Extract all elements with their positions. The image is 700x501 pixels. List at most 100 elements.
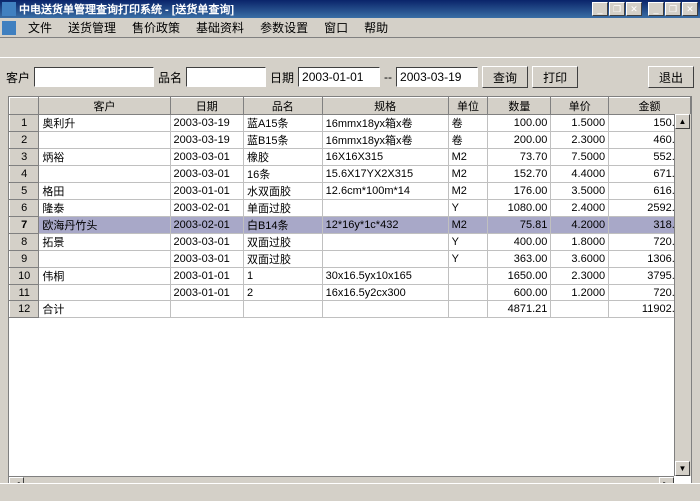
menu-item-2[interactable]: 售价政策 bbox=[124, 17, 188, 38]
cell[interactable]: 15.6X17YX2X315 bbox=[322, 166, 448, 183]
cell[interactable]: 100.00 bbox=[488, 115, 551, 132]
child-close-button[interactable]: ✕ bbox=[682, 2, 698, 16]
cell[interactable]: M2 bbox=[448, 217, 488, 234]
customer-input[interactable] bbox=[34, 67, 154, 87]
date-to-input[interactable] bbox=[396, 67, 478, 87]
cell[interactable]: 2.4000 bbox=[551, 200, 609, 217]
menu-item-6[interactable]: 帮助 bbox=[356, 17, 396, 38]
cell[interactable]: 75.81 bbox=[488, 217, 551, 234]
cell[interactable]: M2 bbox=[448, 166, 488, 183]
maximize-button[interactable]: ❐ bbox=[609, 2, 625, 16]
cell[interactable]: 3.6000 bbox=[551, 251, 609, 268]
menu-item-4[interactable]: 参数设置 bbox=[252, 17, 316, 38]
cell[interactable]: 16x16.5y2cx300 bbox=[322, 285, 448, 301]
cell[interactable]: 16X16X315 bbox=[322, 149, 448, 166]
cell[interactable]: 2003-03-19 bbox=[170, 115, 243, 132]
cell[interactable] bbox=[39, 285, 170, 301]
cell[interactable]: 2003-02-01 bbox=[170, 217, 243, 234]
column-header[interactable]: 数量 bbox=[488, 98, 551, 115]
minimize-button[interactable]: _ bbox=[592, 2, 608, 16]
cell[interactable]: 16mmx18yx箱x卷 bbox=[322, 115, 448, 132]
cell[interactable]: 2003-03-01 bbox=[170, 234, 243, 251]
cell[interactable] bbox=[39, 132, 170, 149]
cell[interactable] bbox=[39, 251, 170, 268]
cell[interactable]: 2003-03-19 bbox=[170, 132, 243, 149]
cell[interactable]: 蓝B15条 bbox=[243, 132, 322, 149]
cell[interactable]: 176.00 bbox=[488, 183, 551, 200]
cell[interactable]: 2.3000 bbox=[551, 268, 609, 285]
vertical-scrollbar[interactable]: ▲ ▼ bbox=[674, 114, 691, 476]
cell[interactable]: 16条 bbox=[243, 166, 322, 183]
column-header[interactable]: 日期 bbox=[170, 98, 243, 115]
cell[interactable]: 16mmx18yx箱x卷 bbox=[322, 132, 448, 149]
scroll-down-icon[interactable]: ▼ bbox=[675, 461, 690, 476]
table-row[interactable]: 8拓景2003-03-01双面过胶Y400.001.8000720.00 bbox=[10, 234, 691, 251]
cell[interactable]: 152.70 bbox=[488, 166, 551, 183]
column-header[interactable]: 客户 bbox=[39, 98, 170, 115]
cell[interactable]: 363.00 bbox=[488, 251, 551, 268]
data-grid[interactable]: 客户日期品名规格单位数量单价金额1奥利升2003-03-19蓝A15条16mmx… bbox=[8, 96, 692, 494]
query-button[interactable]: 查询 bbox=[482, 66, 528, 88]
product-input[interactable] bbox=[186, 67, 266, 87]
cell[interactable] bbox=[322, 234, 448, 251]
cell[interactable] bbox=[243, 301, 322, 318]
menu-item-3[interactable]: 基础资料 bbox=[188, 17, 252, 38]
cell[interactable]: 3.5000 bbox=[551, 183, 609, 200]
table-row[interactable]: 3炳裕2003-03-01橡胶16X16X315M273.707.5000552… bbox=[10, 149, 691, 166]
cell[interactable]: 7.5000 bbox=[551, 149, 609, 166]
menu-item-0[interactable]: 文件 bbox=[20, 17, 60, 38]
cell[interactable]: 600.00 bbox=[488, 285, 551, 301]
cell[interactable]: 卷 bbox=[448, 115, 488, 132]
cell[interactable] bbox=[448, 285, 488, 301]
cell[interactable]: 橡胶 bbox=[243, 149, 322, 166]
cell[interactable]: 合计 bbox=[39, 301, 170, 318]
cell[interactable] bbox=[448, 301, 488, 318]
cell[interactable]: 2003-03-01 bbox=[170, 166, 243, 183]
table-row[interactable]: 6隆泰2003-02-01单面过胶Y1080.002.40002592.00 bbox=[10, 200, 691, 217]
cell[interactable]: 400.00 bbox=[488, 234, 551, 251]
row-header-corner[interactable] bbox=[10, 98, 39, 115]
date-from-input[interactable] bbox=[298, 67, 380, 87]
scroll-up-icon[interactable]: ▲ bbox=[675, 114, 690, 129]
cell[interactable]: 4.2000 bbox=[551, 217, 609, 234]
cell[interactable]: 12.6cm*100m*14 bbox=[322, 183, 448, 200]
cell[interactable]: 1.5000 bbox=[551, 115, 609, 132]
table-row[interactable]: 42003-03-0116条15.6X17YX2X315M2152.704.40… bbox=[10, 166, 691, 183]
table-row[interactable]: 5格田2003-01-01水双面胶12.6cm*100m*14M2176.003… bbox=[10, 183, 691, 200]
column-header[interactable]: 金额 bbox=[609, 98, 691, 115]
cell[interactable]: 12*16y*1c*432 bbox=[322, 217, 448, 234]
cell[interactable]: M2 bbox=[448, 149, 488, 166]
cell[interactable]: 2003-01-01 bbox=[170, 268, 243, 285]
table-row[interactable]: 112003-01-01216x16.5y2cx300600.001.20007… bbox=[10, 285, 691, 301]
cell[interactable]: 拓景 bbox=[39, 234, 170, 251]
cell[interactable]: 1650.00 bbox=[488, 268, 551, 285]
column-header[interactable]: 单价 bbox=[551, 98, 609, 115]
cell[interactable] bbox=[322, 251, 448, 268]
cell[interactable]: 炳裕 bbox=[39, 149, 170, 166]
cell[interactable]: 2 bbox=[243, 285, 322, 301]
cell[interactable]: 2003-03-01 bbox=[170, 251, 243, 268]
cell[interactable]: Y bbox=[448, 234, 488, 251]
cell[interactable]: 2003-01-01 bbox=[170, 183, 243, 200]
cell[interactable]: 欧海丹竹头 bbox=[39, 217, 170, 234]
column-header[interactable]: 规格 bbox=[322, 98, 448, 115]
cell[interactable]: 1.8000 bbox=[551, 234, 609, 251]
column-header[interactable]: 单位 bbox=[448, 98, 488, 115]
cell[interactable] bbox=[448, 268, 488, 285]
cell[interactable]: 白B14条 bbox=[243, 217, 322, 234]
table-row[interactable]: 10伟桐2003-01-01130x16.5yx10x1651650.002.3… bbox=[10, 268, 691, 285]
cell[interactable]: 双面过胶 bbox=[243, 234, 322, 251]
cell[interactable] bbox=[322, 200, 448, 217]
cell[interactable]: 1080.00 bbox=[488, 200, 551, 217]
cell[interactable]: 奥利升 bbox=[39, 115, 170, 132]
cell[interactable]: 1.2000 bbox=[551, 285, 609, 301]
cell[interactable]: 73.70 bbox=[488, 149, 551, 166]
cell[interactable]: 双面过胶 bbox=[243, 251, 322, 268]
cell[interactable]: 200.00 bbox=[488, 132, 551, 149]
menu-item-1[interactable]: 送货管理 bbox=[60, 17, 124, 38]
cell[interactable] bbox=[170, 301, 243, 318]
cell[interactable]: 2.3000 bbox=[551, 132, 609, 149]
cell[interactable]: Y bbox=[448, 200, 488, 217]
child-minimize-button[interactable]: _ bbox=[648, 2, 664, 16]
column-header[interactable]: 品名 bbox=[243, 98, 322, 115]
